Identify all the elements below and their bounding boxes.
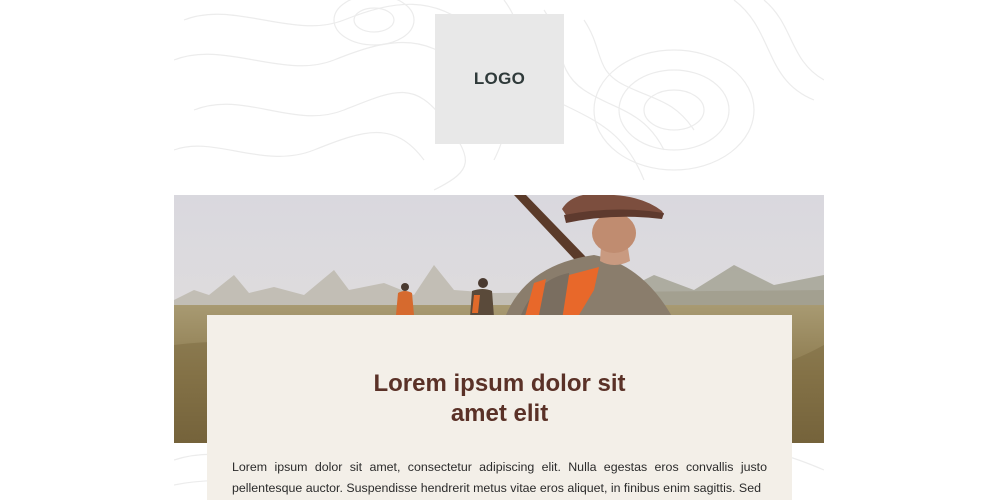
body-paragraph: Lorem ipsum dolor sit amet, consectetur …: [232, 460, 767, 495]
email-template-page: LOGO Lorem ipsum dolor sit amet elit Lor…: [0, 0, 1000, 500]
headline: Lorem ipsum dolor sit amet elit: [232, 369, 767, 429]
content-card: Lorem ipsum dolor sit amet elit Lorem ip…: [207, 315, 792, 500]
logo-placeholder[interactable]: LOGO: [435, 14, 564, 144]
logo-text: LOGO: [473, 69, 526, 88]
headline-line-2: amet elit: [450, 400, 549, 427]
headline-line-1: Lorem ipsum dolor sit: [373, 370, 626, 397]
